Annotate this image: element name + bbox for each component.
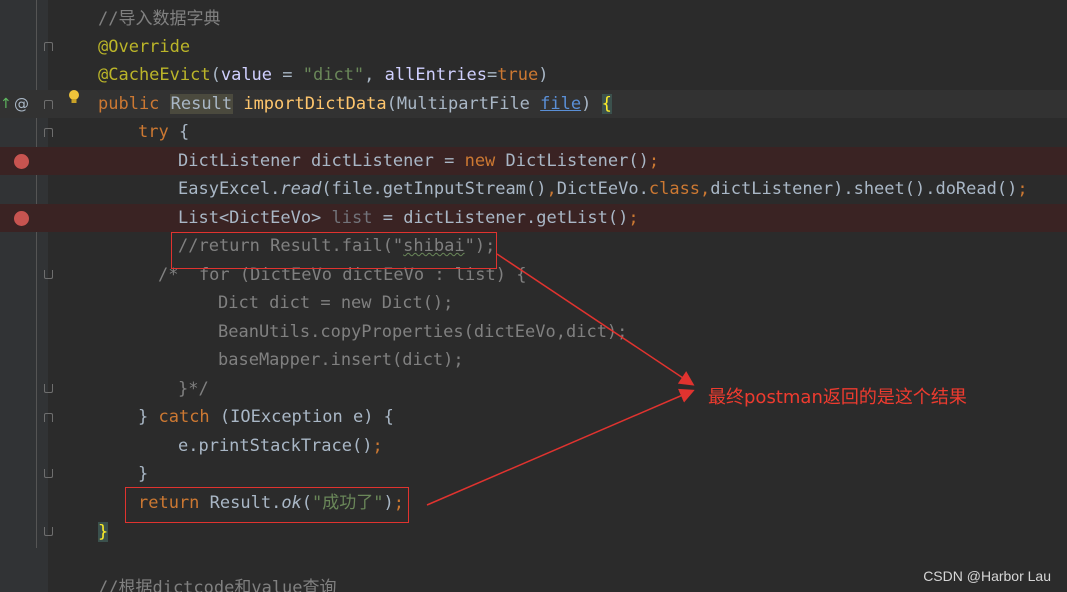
annotation-label: 最终postman返回的是这个结果 <box>708 387 967 408</box>
comment: //导入数据字典 <box>98 9 221 29</box>
token: e.printStackTrace() <box>178 436 373 456</box>
keyword-token: true <box>497 65 539 85</box>
override-icon[interactable]: @ <box>14 90 29 118</box>
highlight-box-ok <box>125 487 409 523</box>
token: DictEeVo. <box>556 179 649 199</box>
code-line[interactable]: @Override <box>0 33 1067 61</box>
breakpoint-icon[interactable] <box>14 154 29 169</box>
keyword-token: new <box>464 151 506 171</box>
token: EasyExcel. <box>178 179 281 199</box>
token: List<DictEeVo> <box>178 208 332 228</box>
token: ) <box>538 65 549 85</box>
token: allEntries <box>384 65 488 85</box>
token: ; <box>628 208 639 228</box>
token: { <box>178 122 190 142</box>
fold-icon[interactable] <box>44 384 53 393</box>
code-line[interactable]: /* for (DictEeVo dictEeVo : list) { <box>0 261 1067 289</box>
token: value <box>220 65 273 85</box>
fold-icon[interactable] <box>44 469 53 478</box>
code-line[interactable]: Dict dict = new Dict(); <box>0 289 1067 317</box>
watermark: CSDN @Harbor Lau <box>923 568 1051 584</box>
code-line[interactable]: e.printStackTrace(); <box>0 432 1067 460</box>
code-line[interactable]: //导入数据字典 <box>0 5 1067 33</box>
token: = <box>272 65 303 85</box>
comment: baseMapper.insert(dict); <box>218 350 464 370</box>
string-token: "dict" <box>302 65 365 85</box>
code-line[interactable]: //return Result.fail("shibai"); <box>0 232 1067 260</box>
code-line[interactable]: DictListener dictListener = new DictList… <box>0 147 1067 175</box>
code-line[interactable]: try { <box>0 118 1067 146</box>
keyword-token: public <box>98 94 170 114</box>
token: , <box>700 179 711 199</box>
code-editor[interactable]: //导入数据字典 @Override @CacheEvict(value = "… <box>0 0 1067 592</box>
implement-icon[interactable]: ↑ <box>0 90 12 118</box>
token: (MultipartFile <box>386 94 541 114</box>
keyword-token: try <box>138 122 179 142</box>
keyword-token: class <box>648 179 701 199</box>
brace-token: { <box>601 94 612 114</box>
fold-icon[interactable] <box>44 100 53 109</box>
token: = dictListener.getList() <box>372 208 629 228</box>
token: , <box>364 65 385 85</box>
token: ( <box>210 65 221 85</box>
code-line[interactable]: } <box>0 460 1067 488</box>
token: } <box>138 464 149 484</box>
token: list <box>331 208 373 228</box>
param-token[interactable]: file <box>540 94 581 114</box>
breakpoint-icon[interactable] <box>14 211 29 226</box>
token: (IOException e) { <box>219 407 394 427</box>
token: , <box>546 179 557 199</box>
token: ; <box>1017 179 1028 199</box>
token: ; <box>648 151 660 171</box>
token: } <box>138 407 159 427</box>
method-token: read <box>280 179 322 199</box>
token: DictListener dictListener = <box>178 151 465 171</box>
code-line[interactable]: //根据dictcode和value查询 <box>0 574 1067 592</box>
method-token: importDictData <box>243 94 387 114</box>
code-line[interactable]: baseMapper.insert(dict); <box>0 346 1067 374</box>
token: DictListener() <box>505 151 649 171</box>
keyword-token: catch <box>158 407 220 427</box>
code-line[interactable]: List<DictEeVo> list = dictListener.getLi… <box>0 204 1067 232</box>
fold-icon[interactable] <box>44 413 53 422</box>
code-line[interactable]: ↑ @ public Result importDictData(Multipa… <box>0 90 1067 118</box>
comment: //根据dictcode和value查询 <box>98 578 337 592</box>
token: ) <box>581 94 602 114</box>
highlight-box-fail <box>171 232 497 269</box>
code-line[interactable]: EasyExcel.read(file.getInputStream(),Dic… <box>0 175 1067 203</box>
token: Result <box>169 94 234 114</box>
annotation-token: @Override <box>98 37 191 57</box>
code-line[interactable]: BeanUtils.copyProperties(dictEeVo,dict); <box>0 318 1067 346</box>
comment: }*/ <box>178 379 209 399</box>
code-line[interactable]: @CacheEvict(value = "dict", allEntries=t… <box>0 61 1067 89</box>
annotation-token: @CacheEvict <box>98 65 211 85</box>
fold-icon[interactable] <box>44 527 53 536</box>
lightbulb-icon[interactable] <box>68 90 80 104</box>
token: (file.getInputStream() <box>321 179 547 199</box>
comment: Dict dict = new Dict(); <box>218 293 454 313</box>
token: ; <box>372 436 383 456</box>
fold-icon[interactable] <box>44 128 53 137</box>
brace-token: } <box>98 522 109 542</box>
fold-icon[interactable] <box>44 270 53 279</box>
comment: BeanUtils.copyProperties(dictEeVo,dict); <box>218 322 628 342</box>
token: = <box>487 65 498 85</box>
fold-icon[interactable] <box>44 42 53 51</box>
token: dictListener).sheet().doRead() <box>710 179 1018 199</box>
